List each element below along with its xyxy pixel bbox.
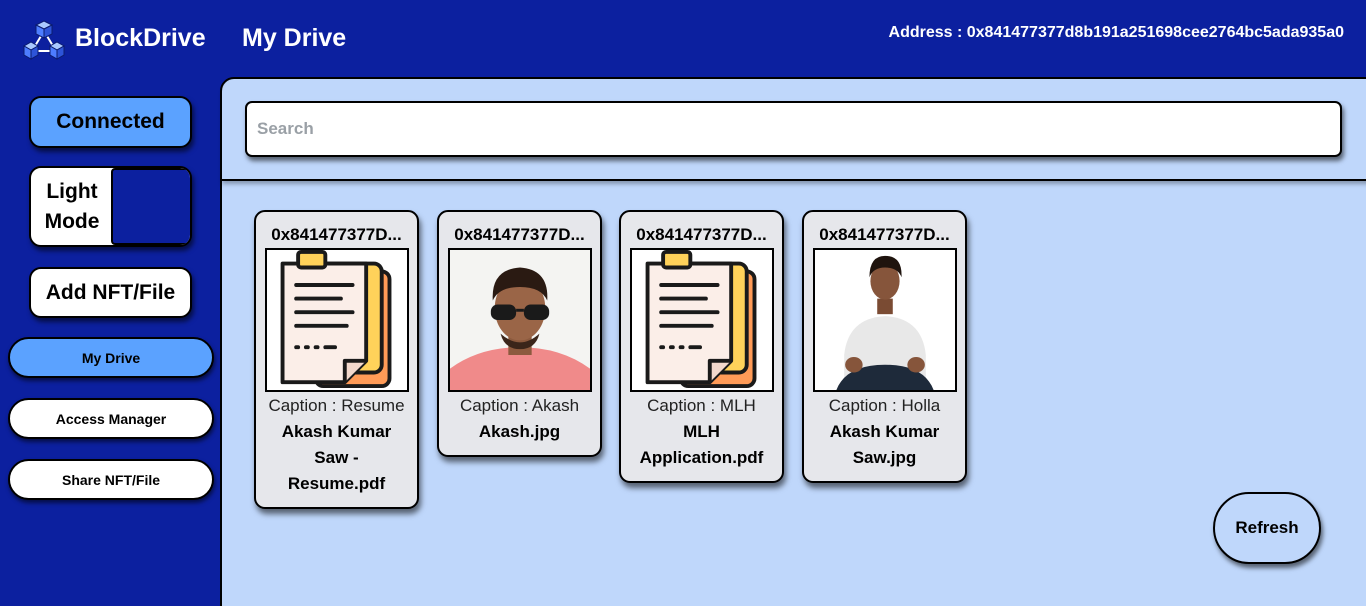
- theme-color-swatch: [111, 168, 190, 245]
- file-caption: Caption : Resume: [268, 396, 405, 415]
- theme-toggle-label: Light Mode: [44, 179, 100, 233]
- add-nft-file-button[interactable]: Add NFT/File: [29, 267, 192, 318]
- document-icon: [264, 248, 409, 392]
- nav-access-manager[interactable]: Access Manager: [8, 398, 214, 439]
- file-owner-address: 0x841477377D...: [454, 225, 585, 244]
- search-input[interactable]: [245, 101, 1342, 157]
- file-name: Akash Kumar Saw - Resume.pdf: [281, 422, 392, 493]
- nav-share-nft-file[interactable]: Share NFT/File: [8, 459, 214, 500]
- page-title: My Drive: [242, 24, 347, 52]
- file-caption: Caption : MLH: [647, 396, 756, 415]
- photo-thumbnail: [447, 248, 592, 392]
- file-name: MLH Application.pdf: [639, 422, 764, 467]
- main-panel: 0x841477377D... Capti: [220, 77, 1366, 606]
- file-card[interactable]: 0x841477377D... Capti: [254, 210, 419, 509]
- file-card[interactable]: 0x841477377D... Caption : Akash Akash.jp…: [437, 210, 602, 457]
- file-owner-address: 0x841477377D...: [271, 225, 402, 244]
- file-owner-address: 0x841477377D...: [819, 225, 950, 244]
- search-bar: [222, 79, 1366, 181]
- file-name: Akash.jpg: [478, 422, 561, 441]
- theme-toggle-button[interactable]: Light Mode: [29, 166, 192, 247]
- file-owner-address: 0x841477377D...: [636, 225, 767, 244]
- file-caption: Caption : Akash: [459, 396, 580, 415]
- document-icon: [629, 248, 774, 392]
- file-card[interactable]: 0x841477377D... Caption : Holla Akash Ku…: [802, 210, 967, 483]
- wallet-address: Address : 0x841477377d8b191a251698cee276…: [888, 24, 1344, 41]
- refresh-button[interactable]: Refresh: [1213, 492, 1321, 564]
- nav-my-drive[interactable]: My Drive: [8, 337, 214, 378]
- brand-name: BlockDrive: [75, 24, 206, 52]
- file-caption: Caption : Holla: [828, 396, 941, 415]
- photo-thumbnail: [812, 248, 957, 392]
- file-card[interactable]: 0x841477377D... Capti: [619, 210, 784, 483]
- blockdrive-logo-icon: [22, 19, 66, 63]
- file-name: Akash Kumar Saw.jpg: [829, 422, 940, 467]
- connect-wallet-button[interactable]: Connected: [29, 96, 192, 148]
